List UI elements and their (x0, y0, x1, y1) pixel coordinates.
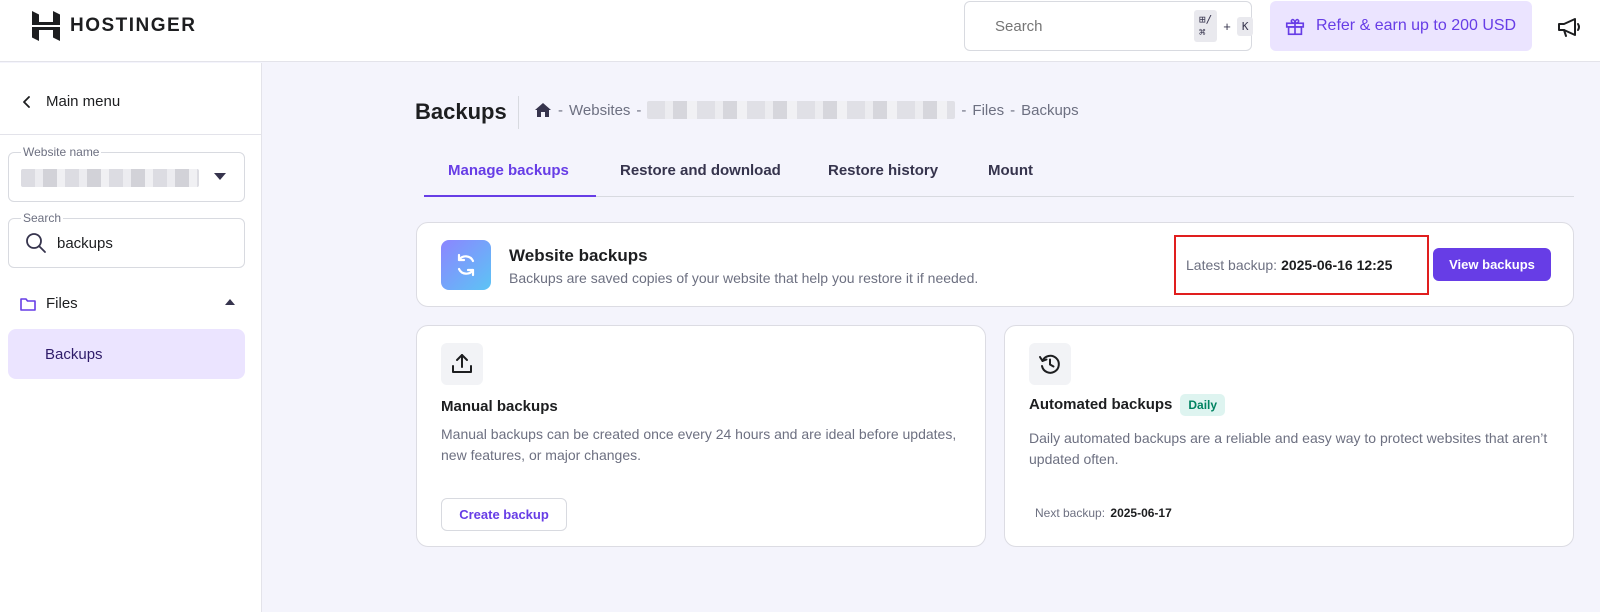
website-backups-description: Backups are saved copies of your website… (509, 270, 979, 286)
automated-backups-description: Daily automated backups are a reliable a… (1029, 430, 1548, 467)
breadcrumb-separator: - (558, 101, 563, 119)
sidebar-item-backups-label: Backups (45, 345, 103, 363)
latest-backup-label: Latest backup: (1186, 257, 1278, 273)
tab-mount[interactable]: Mount (988, 162, 1033, 179)
home-icon[interactable] (534, 102, 552, 118)
sidebar-search-input[interactable] (57, 234, 227, 252)
breadcrumb-current: Backups (1021, 101, 1079, 119)
breadcrumb-separator: - (1010, 101, 1016, 119)
shortcut-plus: + (1223, 18, 1231, 34)
chevron-left-icon (23, 95, 30, 108)
caret-up-icon (225, 299, 235, 305)
manual-backups-description: Manual backups can be created once every… (441, 426, 957, 463)
main-menu-link[interactable]: Main menu (22, 93, 120, 110)
tab-bar: Manage backups Restore and download Rest… (424, 150, 1574, 197)
sidebar-search[interactable]: Search (8, 211, 245, 268)
next-backup-label: Next backup: (1035, 506, 1106, 520)
gift-icon (1285, 18, 1305, 36)
sync-icon (457, 253, 475, 277)
create-backup-button[interactable]: Create backup (441, 498, 567, 531)
website-name-label: Website name (21, 145, 102, 159)
website-name-value-redacted (21, 169, 199, 187)
upload-icon-tile (441, 343, 483, 385)
sync-icon-tile (441, 240, 491, 290)
sidebar: Main menu Website name Search Files Back… (0, 63, 262, 612)
view-backups-button[interactable]: View backups (1433, 248, 1551, 281)
sidebar-search-label: Search (21, 211, 64, 225)
main-menu-label: Main menu (46, 93, 121, 110)
sidebar-section-files-label: Files (46, 295, 78, 312)
global-search[interactable]: ⊞/⌘ + K (964, 1, 1254, 51)
automated-backups-title: Automated backups (1029, 395, 1173, 413)
upload-icon (452, 354, 472, 373)
page-title: Backups (415, 99, 507, 124)
automated-backups-header: Automated backups Daily (1029, 394, 1226, 416)
sidebar-item-backups[interactable]: Backups (8, 329, 245, 379)
breadcrumb-files[interactable]: Files (972, 102, 1004, 119)
megaphone-icon[interactable] (1556, 14, 1582, 40)
breadcrumb-separator: - (961, 101, 967, 119)
folder-icon (20, 297, 36, 311)
title-divider (518, 96, 519, 129)
history-icon-tile (1029, 343, 1071, 385)
website-backups-card: Website backups Backups are saved copies… (416, 222, 1574, 307)
brand-name: HOSTINGER (70, 15, 197, 36)
website-backups-title: Website backups (509, 246, 648, 265)
search-icon (26, 233, 46, 253)
breadcrumb-domain-redacted[interactable] (647, 101, 956, 119)
latest-backup-highlight: Latest backup: 2025-06-16 12:25 (1174, 235, 1429, 295)
breadcrumb: - Websites - - Files - Backups (534, 101, 1079, 119)
website-name-select[interactable]: Website name (8, 145, 245, 202)
tab-restore-and-download[interactable]: Restore and download (620, 162, 781, 179)
tab-manage-backups[interactable]: Manage backups (448, 162, 569, 179)
caret-down-icon (214, 173, 226, 180)
hostinger-logo-icon (32, 11, 60, 41)
next-backup-info: Next backup: 2025-06-17 (1035, 506, 1172, 520)
sidebar-section-files[interactable]: Files (20, 295, 235, 312)
manual-backups-title: Manual backups (441, 398, 558, 415)
refer-earn-label: Refer & earn up to 200 USD (1316, 17, 1517, 34)
hostinger-logo[interactable]: HOSTINGER (32, 11, 196, 41)
refer-earn-button[interactable]: Refer & earn up to 200 USD (1270, 1, 1532, 51)
daily-badge: Daily (1180, 394, 1226, 416)
automated-backups-card: Automated backups Daily Daily automated b… (1004, 325, 1574, 547)
manual-backups-card: Manual backups Manual backups can be cre… (416, 325, 986, 547)
global-search-input[interactable] (995, 17, 1194, 35)
breadcrumb-websites[interactable]: Websites (569, 102, 630, 119)
tab-restore-history[interactable]: Restore history (828, 162, 938, 179)
breadcrumb-separator: - (636, 101, 642, 119)
history-icon (1039, 354, 1060, 374)
shortcut-modifier-key: ⊞/⌘ (1194, 10, 1218, 42)
top-bar: HOSTINGER ⊞/⌘ + K Refer & earn up to 200… (0, 0, 1600, 62)
latest-backup-value: 2025-06-16 12:25 (1281, 257, 1393, 273)
next-backup-value: 2025-06-17 (1110, 506, 1172, 520)
shortcut-k-key: K (1236, 16, 1254, 36)
active-tab-indicator (424, 195, 596, 197)
sidebar-divider (0, 134, 262, 135)
